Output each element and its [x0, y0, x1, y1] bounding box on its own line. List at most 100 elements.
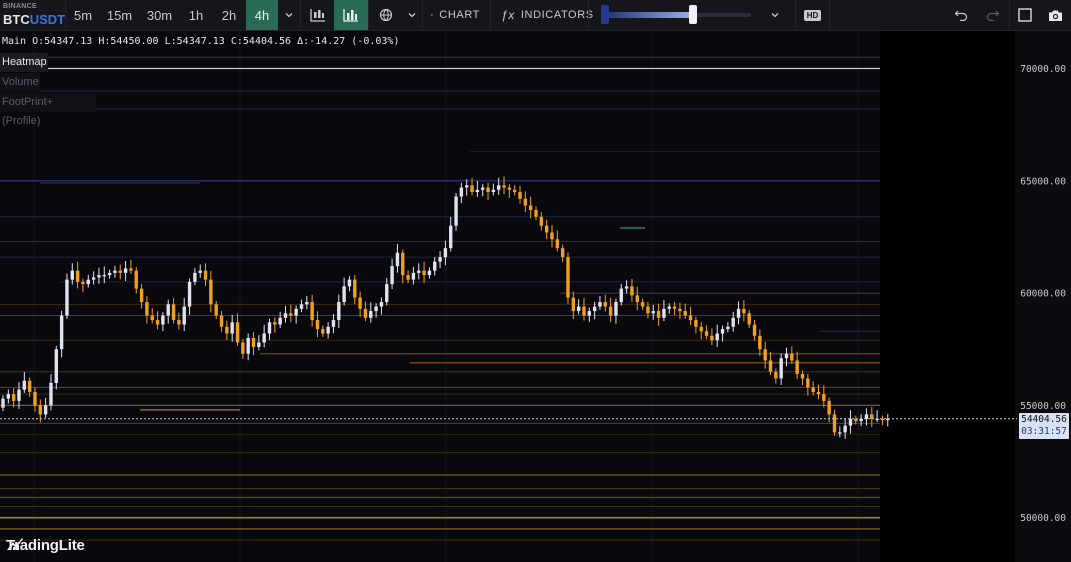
candle-body [443, 248, 448, 258]
square-layout-icon [1018, 8, 1032, 22]
screenshot-button[interactable] [1040, 0, 1071, 30]
heatmap-layer [0, 56, 880, 541]
indicator-heatmap[interactable]: Heatmap [0, 53, 48, 72]
candle-body [736, 308, 741, 318]
candle-body [390, 266, 394, 285]
candle-body [278, 317, 282, 325]
low-value: L:54347.13 [164, 36, 225, 47]
slider-max-handle[interactable] [689, 5, 697, 24]
candle-body [486, 187, 490, 193]
contrast-dropdown-button[interactable] [755, 0, 795, 30]
candle-body [582, 306, 586, 316]
candle-body [630, 286, 634, 296]
future-space [880, 31, 1015, 562]
chart-settings-button[interactable]: CHART [422, 0, 490, 30]
candle-body [70, 270, 74, 280]
indicator-footprint[interactable]: FootPrint+ (Profile) [0, 93, 96, 127]
candle-body [560, 248, 565, 258]
candle-body [187, 281, 192, 307]
candle-body [672, 306, 677, 309]
candle-body [662, 308, 666, 318]
candle-body [838, 432, 842, 434]
candle-body [395, 252, 400, 267]
candle-body [651, 311, 655, 314]
candle-body [827, 400, 831, 415]
timeframe-15m[interactable]: 15m [100, 0, 139, 30]
tradinglite-logo-icon [7, 538, 23, 550]
candle-body [870, 414, 874, 419]
candle-body [406, 275, 410, 280]
symbol-selector[interactable]: BINANCE BTCUSDT [0, 0, 66, 30]
candle-chart-button[interactable] [300, 0, 334, 30]
candle-body [262, 333, 266, 343]
indicators-button[interactable]: ƒx INDICATORS [490, 0, 593, 30]
candle-body [555, 239, 560, 249]
candle-body [731, 317, 735, 327]
exchange-label: BINANCE [3, 3, 37, 10]
candle-body [27, 380, 32, 392]
candle-body [608, 306, 613, 316]
timeframe-dropdown-button[interactable] [278, 0, 300, 30]
candle-body [75, 270, 80, 282]
slider-min-handle[interactable] [601, 5, 609, 24]
pair-base: BTC [3, 12, 30, 27]
price-chart[interactable]: 70000.00 65000.00 60000.00 55000.00 50000.00 [0, 31, 1071, 562]
candle-body [43, 405, 48, 415]
timeframe-30m[interactable]: 30m [139, 0, 180, 30]
candle-body [145, 302, 149, 316]
indicators-label: INDICATORS [520, 9, 594, 21]
candle-body [726, 326, 730, 330]
candle-body [225, 326, 229, 334]
open-value: O:54347.13 [32, 36, 93, 47]
candle-body [65, 279, 69, 316]
chart-area[interactable]: 70000.00 65000.00 60000.00 55000.00 50000.00… [0, 31, 1071, 562]
redo-button[interactable] [977, 0, 1009, 30]
candle-body [779, 358, 783, 379]
timeframe-5m[interactable]: 5m [66, 0, 100, 30]
bar-chart-button[interactable] [334, 0, 368, 30]
candle-body [806, 378, 810, 388]
network-dropdown-button[interactable] [402, 0, 422, 30]
timeframe-4h[interactable]: 4h [246, 0, 278, 30]
candle-body [171, 304, 176, 321]
timeframe-2h[interactable]: 2h [212, 0, 246, 30]
candle-body [640, 302, 645, 307]
candlestick-icon [309, 9, 325, 22]
candle-body [193, 272, 197, 282]
candle-body [816, 391, 821, 395]
function-icon: ƒx [501, 8, 515, 22]
candle-body [571, 297, 576, 312]
candle-body [566, 257, 570, 298]
top-toolbar: BINANCE BTCUSDT 5m 15m 30m 1h 2h 4h CHAR… [0, 0, 1071, 31]
candle-body [331, 320, 336, 327]
candle-body [433, 261, 437, 271]
pair-label: BTCUSDT [3, 12, 65, 27]
candle-body [614, 302, 618, 316]
brand-logo: TradingLite [6, 537, 85, 554]
redo-icon [986, 10, 1000, 21]
network-button[interactable] [368, 0, 402, 30]
candle-body [768, 360, 773, 372]
candle-body [177, 320, 181, 325]
candle-body [251, 338, 256, 348]
heatmap-contrast-slider[interactable] [601, 0, 751, 31]
hd-toggle-button[interactable]: HD [795, 0, 829, 30]
candle-body [667, 306, 671, 309]
timeframe-1h[interactable]: 1h [180, 0, 212, 30]
candle-body [539, 216, 544, 226]
candle-body [38, 405, 43, 415]
candle-body [54, 349, 58, 383]
candle-body [321, 329, 325, 334]
candle-body [283, 313, 288, 318]
candle-body [6, 394, 11, 399]
candle-body [97, 275, 101, 278]
undo-button[interactable] [945, 0, 977, 30]
layout-button[interactable] [1009, 0, 1040, 30]
candle-body [790, 353, 794, 361]
candle-body [619, 288, 623, 303]
candle-body [864, 414, 869, 419]
candle-body [470, 185, 474, 193]
candle-body [587, 311, 591, 316]
candle-body [848, 418, 853, 426]
indicator-volume[interactable]: Volume [0, 73, 40, 92]
